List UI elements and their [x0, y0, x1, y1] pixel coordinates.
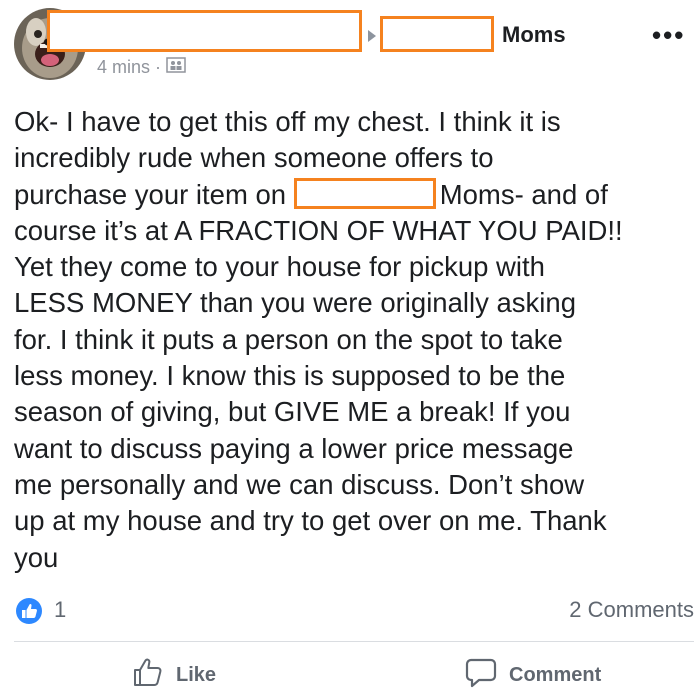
comment-button[interactable]: Comment [465, 656, 601, 694]
timestamp[interactable]: 4 mins [97, 57, 150, 78]
redacted-group-name [380, 16, 494, 52]
post-body: Ok- I have to get this off my chest. I t… [14, 104, 694, 576]
post-meta: 4 mins · [97, 57, 186, 78]
like-button[interactable]: Like [132, 656, 216, 694]
comment-label: Comment [509, 663, 602, 686]
redacted-inline-group [293, 177, 436, 209]
thumbs-up-icon [132, 656, 176, 694]
meta-separator: · [155, 57, 162, 77]
more-options-icon[interactable]: ••• [652, 22, 685, 48]
arrow-right-icon [368, 30, 376, 42]
comment-count[interactable]: 2 Comments [569, 597, 694, 623]
divider [14, 641, 694, 642]
like-reaction-icon[interactable] [16, 598, 42, 624]
comment-bubble-icon [465, 656, 509, 694]
post-body-part-2: Moms- and of course it’s at A FRACTION O… [14, 178, 623, 573]
group-name[interactable]: Moms [502, 22, 566, 48]
group-audience-icon [166, 57, 186, 78]
facebook-post: Moms ••• 4 mins · Ok- I have to get this… [0, 0, 700, 694]
like-count[interactable]: 1 [54, 597, 66, 623]
redacted-poster-name [47, 10, 362, 52]
reaction-stats: 1 2 Comments [14, 596, 694, 624]
like-label: Like [176, 663, 217, 686]
